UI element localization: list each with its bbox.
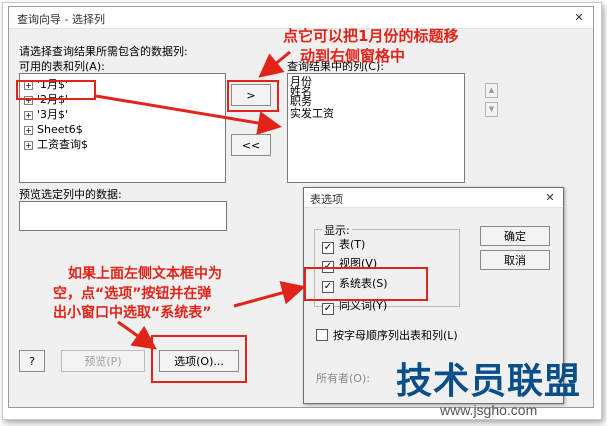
expand-icon[interactable]: + [24,141,33,150]
result-column-item[interactable]: 实发工资 [290,108,334,120]
highlight-options-button-box [151,335,247,383]
available-tables-label: 可用的表和列(A): [19,60,105,73]
close-icon[interactable]: ✕ [540,190,560,206]
table-label: 工资查询$ [37,138,88,151]
table-label: '3月$' [37,108,69,121]
preview-label: 预览选定列中的数据: [19,188,122,201]
checkbox[interactable] [316,329,328,341]
highlight-add-button-box [227,80,279,112]
help-button[interactable]: ? [19,350,45,372]
move-down-icon[interactable]: ▼ [485,102,498,117]
highlight-system-table-box [304,267,428,301]
cancel-button[interactable]: 取消 [480,250,550,270]
remove-all-columns-button[interactable]: << [231,134,271,156]
option-label: 按字母顺序列出表和列(L) [333,329,458,342]
option-sort-alphabetical[interactable]: 按字母顺序列出表和列(L) [316,329,458,343]
watermark-brand: 技术员联盟 [396,361,582,402]
main-dialog-title: 查询向导 - 选择列 [17,13,105,26]
watermark-url: www.jsgho.com [440,402,538,418]
move-up-icon[interactable]: ▲ [485,83,498,98]
annotation-left-line3: 出小窗口中选取“系统表” [53,305,212,321]
ok-button[interactable]: 确定 [480,226,550,246]
result-columns-list[interactable]: 月份 姓名 职务 实发工资 [287,73,465,183]
highlight-1-month-box [16,80,96,100]
preview-button[interactable]: 预览(P) [61,350,145,372]
checkbox[interactable]: ✓ [322,242,334,254]
option-synonym[interactable]: ✓ 同义词(Y) [322,299,387,315]
checkbox[interactable]: ✓ [322,303,334,315]
preview-box [19,201,227,231]
options-titlebar: 表选项 ✕ [304,188,563,208]
tree-item-3-month[interactable]: + '3月$' [24,108,68,121]
expand-icon[interactable]: + [24,111,33,120]
tree-item-sheet6[interactable]: + Sheet6$ [24,123,83,136]
annotation-left-line1: 如果上面左侧文本框中为 [68,266,222,282]
owner-label: 所有者(O): [316,372,370,385]
tree-item-salary-query[interactable]: + 工资查询$ [24,138,88,151]
close-icon[interactable]: ✕ [569,10,589,26]
option-label: 表(T) [339,238,366,251]
table-label: Sheet6$ [37,123,83,136]
annotation-left-line2: 空，点“选项”按钮并在弹 [53,286,212,302]
options-dialog-title: 表选项 [310,193,343,206]
option-table[interactable]: ✓ 表(T) [322,238,366,254]
annotation-top-line2: 动到右侧窗格中 [300,47,406,65]
annotation-top-line1: 点它可以把1月份的标题移 [283,27,459,45]
display-group-label: 显示: [322,222,352,238]
prompt-label: 请选择查询结果所需包含的数据列: [19,45,188,58]
expand-icon[interactable]: + [24,126,33,135]
